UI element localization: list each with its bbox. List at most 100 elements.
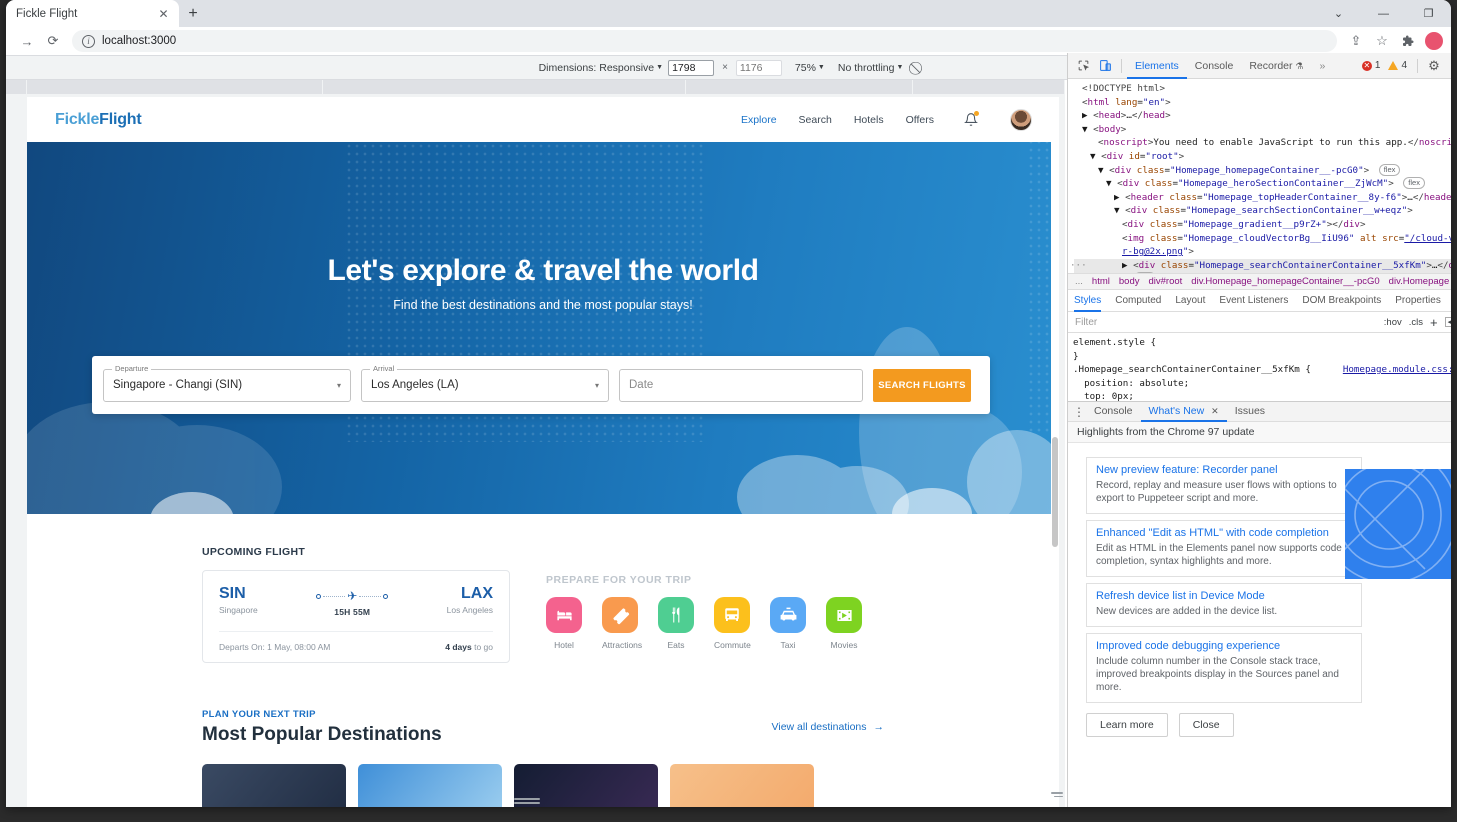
- breadcrumb-overflow[interactable]: ...: [1075, 276, 1083, 287]
- gear-icon[interactable]: ⚙: [1423, 55, 1445, 77]
- card-title[interactable]: Refresh device list in Device Mode: [1096, 590, 1352, 602]
- drawer-menu-icon[interactable]: ⋮: [1072, 401, 1086, 422]
- viewport-scrollbar[interactable]: [1051, 97, 1059, 807]
- dom-node-line[interactable]: <img class="Homepage_cloudVectorBg__IiU9…: [1074, 232, 1451, 246]
- dom-node-line[interactable]: ▼ <div class="Homepage_searchSectionCont…: [1074, 204, 1451, 218]
- css-rule-line[interactable]: element.style {: [1073, 336, 1451, 350]
- forward-icon[interactable]: →: [14, 28, 40, 54]
- bookmark-star-icon[interactable]: ☆: [1369, 28, 1395, 54]
- tile-eats[interactable]: Eats: [658, 597, 694, 650]
- view-all-destinations-link[interactable]: View all destinations →: [772, 721, 884, 733]
- zoom-dropdown[interactable]: 75% ▼: [795, 62, 825, 74]
- drawer-tab-issues[interactable]: Issues: [1227, 401, 1273, 422]
- breadcrumb-item-body[interactable]: body: [1119, 276, 1140, 287]
- tab-layout[interactable]: Layout: [1175, 295, 1205, 306]
- whats-new-card[interactable]: Refresh device list in Device Mode New d…: [1086, 583, 1362, 627]
- nav-item-search[interactable]: Search: [799, 114, 832, 126]
- inspect-element-icon[interactable]: [1072, 55, 1094, 77]
- css-rule-line[interactable]: top: 0px;: [1073, 390, 1451, 401]
- dom-node-line[interactable]: ▼ <div id="root">: [1074, 150, 1451, 164]
- css-rule-line[interactable]: }: [1073, 350, 1451, 364]
- card-title[interactable]: Improved code debugging experience: [1096, 640, 1352, 652]
- close-icon[interactable]: ✕: [1211, 406, 1219, 416]
- new-tab-button[interactable]: +: [179, 0, 207, 27]
- tab-console[interactable]: Console: [1187, 53, 1242, 79]
- viewport-width-input[interactable]: [668, 59, 715, 76]
- tab-recorder[interactable]: Recorder ⚗: [1241, 53, 1311, 79]
- extensions-icon[interactable]: [1395, 28, 1421, 54]
- throttling-dropdown[interactable]: No throttling ▼: [838, 62, 904, 74]
- flight-card[interactable]: SIN Singapore ✈ 15H 55M LAX Los Angeles …: [202, 570, 510, 663]
- dom-node-line[interactable]: ▶ <header class="Homepage_topHeaderConta…: [1074, 191, 1451, 205]
- devtools-menu-icon[interactable]: ⋮: [1445, 55, 1452, 77]
- viewport-height-input[interactable]: [735, 59, 782, 76]
- dom-tree[interactable]: <!DOCTYPE html> <html lang="en"> ▶ <head>……: [1068, 79, 1451, 273]
- profile-avatar[interactable]: [1425, 32, 1443, 50]
- dom-node-line[interactable]: r-bg@2x.png">: [1074, 245, 1451, 259]
- learn-more-button[interactable]: Learn more: [1086, 713, 1168, 737]
- drawer-tab-whats-new[interactable]: What's New ✕: [1141, 401, 1227, 422]
- tile-taxi[interactable]: Taxi: [770, 597, 806, 650]
- filter-input[interactable]: Filter: [1075, 317, 1097, 328]
- chevron-down-icon[interactable]: ⌄: [1316, 0, 1361, 27]
- more-tabs-icon[interactable]: »: [1312, 53, 1334, 79]
- restore-icon[interactable]: ❐: [1406, 0, 1451, 27]
- dimensions-dropdown[interactable]: Dimensions: Responsive ▼: [539, 62, 664, 74]
- site-info-icon[interactable]: i: [82, 34, 95, 48]
- css-rule-line[interactable]: position: absolute;: [1073, 377, 1451, 391]
- card-title[interactable]: Enhanced "Edit as HTML" with code comple…: [1096, 527, 1352, 539]
- tab-elements[interactable]: Elements: [1127, 53, 1187, 79]
- destination-card-greece[interactable]: Greece FROM: [358, 764, 502, 807]
- share-icon[interactable]: ⇪: [1343, 28, 1369, 54]
- dom-node-line[interactable]: <div class="Homepage_gradient__p9rZ+"></…: [1074, 218, 1451, 232]
- nav-item-offers[interactable]: Offers: [906, 114, 934, 126]
- whats-new-card[interactable]: Enhanced "Edit as HTML" with code comple…: [1086, 520, 1362, 577]
- whats-new-card[interactable]: New preview feature: Recorder panel Reco…: [1086, 457, 1362, 514]
- dom-node-line[interactable]: <!DOCTYPE html>: [1074, 82, 1451, 96]
- dom-node-line[interactable]: ▼ <body>: [1074, 123, 1451, 137]
- viewport-resize-handle-bottom[interactable]: [514, 798, 540, 804]
- breadcrumb-item-homepage[interactable]: div.Homepage_homepageContainer__-pcG0: [1191, 276, 1379, 287]
- breadcrumb-item-hero[interactable]: div.Homepage: [1389, 276, 1450, 287]
- bell-icon[interactable]: [964, 111, 979, 127]
- breadcrumb-item-html[interactable]: html: [1092, 276, 1110, 287]
- computed-sidebar-toggle-icon[interactable]: ◀: [1444, 317, 1451, 327]
- dom-node-line[interactable]: ▼ <div class="Homepage_homepageContainer…: [1074, 163, 1451, 178]
- tile-commute[interactable]: Commute: [714, 597, 751, 650]
- dom-node-line[interactable]: ▶ <div class="Homepage_searchContainerCo…: [1070, 258, 1451, 273]
- device-toolbar-toggle-icon[interactable]: [1094, 55, 1116, 77]
- departure-select[interactable]: Departure Singapore - Changi (SIN) ▾: [103, 363, 351, 402]
- browser-tab[interactable]: Fickle Flight ✕: [6, 0, 179, 27]
- issues-counter[interactable]: ✕ 1 4: [1357, 60, 1412, 71]
- dom-node-line[interactable]: ▶ <head>…</head>: [1074, 109, 1451, 123]
- address-bar[interactable]: i localhost:3000: [72, 30, 1337, 52]
- destination-card-paris[interactable]: Paris FROM: [202, 764, 346, 807]
- viewport-resize-handle-corner[interactable]: [1051, 792, 1063, 804]
- tab-event-listeners[interactable]: Event Listeners: [1219, 295, 1288, 306]
- arrival-select[interactable]: Arrival Los Angeles (LA) ▾: [361, 363, 609, 402]
- destination-card-tuscany[interactable]: Tuscany FROM: [670, 764, 814, 807]
- scrollbar-thumb[interactable]: [1052, 437, 1058, 547]
- style-source-link[interactable]: Homepage.module.css:2: [1343, 363, 1451, 377]
- site-logo[interactable]: FickleFlight: [55, 111, 142, 129]
- tab-styles[interactable]: Styles: [1074, 290, 1101, 312]
- dom-node-line[interactable]: <noscript>You need to enable JavaScript …: [1074, 136, 1451, 150]
- cls-button[interactable]: .cls: [1409, 317, 1423, 328]
- tile-movies[interactable]: Movies: [826, 597, 862, 650]
- user-avatar[interactable]: [1010, 108, 1032, 131]
- tile-hotel[interactable]: Hotel: [546, 597, 582, 650]
- reload-icon[interactable]: ⟳: [40, 28, 66, 54]
- hov-button[interactable]: :hov: [1384, 317, 1402, 328]
- close-icon[interactable]: ✕: [156, 6, 171, 21]
- nav-item-hotels[interactable]: Hotels: [854, 114, 884, 126]
- dom-expand-dots[interactable]: ···: [1070, 259, 1087, 273]
- tab-properties[interactable]: Properties: [1395, 295, 1441, 306]
- tab-dom-breakpoints[interactable]: DOM Breakpoints: [1302, 295, 1381, 306]
- dom-node-line[interactable]: <html lang="en">: [1074, 96, 1451, 110]
- dom-node-line[interactable]: flex == $0: [1074, 272, 1451, 273]
- close-button[interactable]: Close: [1178, 713, 1234, 737]
- tab-computed[interactable]: Computed: [1115, 295, 1161, 306]
- styles-pane[interactable]: Homepage.module.css:2 element.style {} .H…: [1068, 333, 1451, 401]
- card-title[interactable]: New preview feature: Recorder panel: [1096, 464, 1352, 476]
- minimize-icon[interactable]: —: [1361, 0, 1406, 27]
